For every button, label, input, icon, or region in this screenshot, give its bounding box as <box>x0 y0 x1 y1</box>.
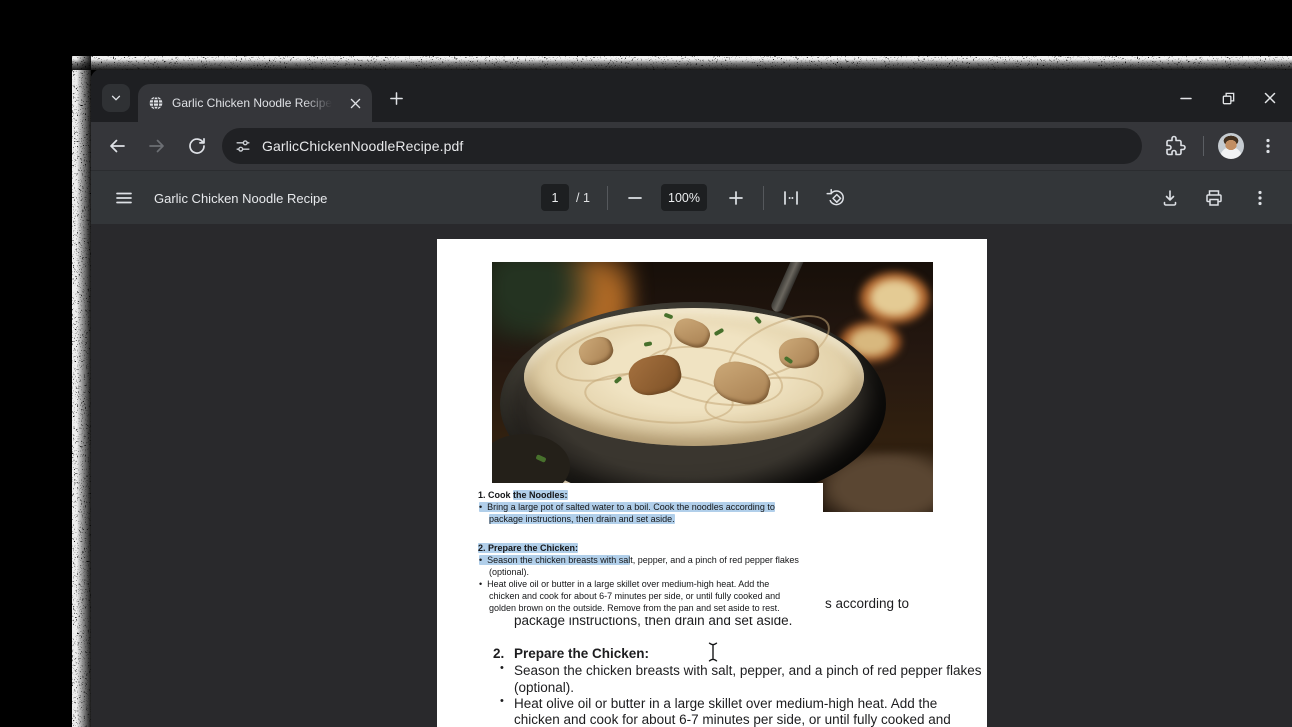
doc-heading-number: 2. <box>493 646 504 661</box>
pdf-viewport[interactable]: s according to package instructions, the… <box>90 224 1292 727</box>
drag-selection-preview: 1. Cook the Noodles: • Bring a large pot… <box>473 483 823 617</box>
preview-line: 1. Cook the Noodles: <box>478 490 568 501</box>
text-cursor-icon <box>706 641 720 663</box>
forward-arrow-icon <box>147 136 167 156</box>
window-restore-button[interactable] <box>1220 90 1236 106</box>
tab-title: Garlic Chicken Noodle Recipe <box>172 96 332 110</box>
rotate-button[interactable] <box>824 186 848 210</box>
noise-fade <box>72 56 91 727</box>
preview-line: chicken and cook for about 6-7 minutes p… <box>489 591 780 602</box>
url-text: GarlicChickenNoodleRecipe.pdf <box>262 138 463 154</box>
preview-line: • Heat olive oil or butter in a large sk… <box>479 579 769 590</box>
close-icon <box>350 98 361 109</box>
puzzle-icon <box>1163 134 1187 158</box>
new-tab-button[interactable] <box>382 84 410 112</box>
zoom-in-button[interactable] <box>724 186 748 210</box>
pdf-toolbar-separator <box>763 186 764 210</box>
fit-width-icon <box>781 188 801 208</box>
pdf-toolbar-separator <box>607 186 608 210</box>
doc-line: chicken and cook for about 6-7 minutes p… <box>514 712 951 727</box>
minus-icon <box>626 189 644 207</box>
preview-line: package instructions, then drain and set… <box>489 514 675 525</box>
preview-line: 2. Prepare the Chicken: <box>478 543 578 554</box>
pdf-menu-button[interactable] <box>112 186 136 210</box>
browser-menu-button[interactable] <box>1258 136 1278 156</box>
print-button[interactable] <box>1202 186 1226 210</box>
toolbar-separator <box>1203 136 1204 156</box>
rotate-ccw-icon <box>825 187 847 209</box>
tab-strip: Garlic Chicken Noodle Recipe <box>90 68 1292 122</box>
close-icon <box>1263 91 1277 105</box>
bullet-glyph: • <box>500 662 504 674</box>
browser-toolbar: GarlicChickenNoodleRecipe.pdf <box>90 122 1292 170</box>
minimize-icon <box>1179 91 1193 105</box>
pdf-toolbar: Garlic Chicken Noodle Recipe 1 / 1 100% <box>90 170 1292 224</box>
preview-line: (optional). <box>489 567 529 578</box>
reload-button[interactable] <box>187 136 207 156</box>
fit-to-width-button[interactable] <box>779 186 803 210</box>
browser-window: Garlic Chicken Noodle Recipe <box>90 68 1292 727</box>
toolbar-right-cluster <box>1163 122 1292 170</box>
page-count-label: / 1 <box>576 191 590 205</box>
zoom-level-input[interactable]: 100% <box>661 184 707 211</box>
profile-button[interactable] <box>1218 133 1244 159</box>
page-number-input[interactable]: 1 <box>541 184 569 211</box>
bullet-glyph: • <box>500 695 504 707</box>
zoom-out-button[interactable] <box>623 186 647 210</box>
doc-line-fragment: s according to <box>825 596 909 611</box>
window-controls <box>1178 84 1278 112</box>
restore-icon <box>1221 91 1236 106</box>
plus-icon <box>727 189 745 207</box>
window-close-button[interactable] <box>1262 90 1278 106</box>
doc-line: Season the chicken breasts with salt, pe… <box>514 663 982 678</box>
preview-line: • Season the chicken breasts with salt, … <box>479 555 799 566</box>
pdf-more-button[interactable] <box>1248 186 1272 210</box>
forward-button[interactable] <box>147 136 167 156</box>
preview-line: golden brown on the outside. Remove from… <box>489 603 780 614</box>
download-button[interactable] <box>1158 186 1182 210</box>
address-bar[interactable]: GarlicChickenNoodleRecipe.pdf <box>222 128 1142 164</box>
screenshot-stage: Garlic Chicken Noodle Recipe <box>0 0 1292 727</box>
doc-line: Heat olive oil or butter in a large skil… <box>514 696 937 711</box>
reload-icon <box>187 136 207 156</box>
pdf-page: s according to package instructions, the… <box>437 239 987 727</box>
doc-line: (optional). <box>514 680 574 695</box>
noise-fade <box>72 56 1292 70</box>
hamburger-icon <box>115 189 133 207</box>
back-button[interactable] <box>107 136 127 156</box>
window-minimize-button[interactable] <box>1178 90 1194 106</box>
avatar <box>1218 133 1244 159</box>
browser-tab[interactable]: Garlic Chicken Noodle Recipe <box>138 84 372 122</box>
doc-heading: Prepare the Chicken: <box>514 646 649 661</box>
tab-search-button[interactable] <box>102 84 130 112</box>
plus-icon <box>389 91 404 106</box>
print-icon <box>1204 188 1224 208</box>
extensions-button[interactable] <box>1163 134 1187 158</box>
chevron-down-icon <box>109 91 123 105</box>
preview-line: • Bring a large pot of salted water to a… <box>479 502 775 513</box>
globe-favicon-icon <box>148 95 164 111</box>
pdf-document-title: Garlic Chicken Noodle Recipe <box>154 191 327 206</box>
kebab-menu-icon <box>1258 136 1278 156</box>
tab-close-button[interactable] <box>346 94 364 112</box>
site-settings-icon <box>234 137 252 155</box>
download-icon <box>1160 188 1180 208</box>
back-arrow-icon <box>107 136 127 156</box>
kebab-menu-icon <box>1250 188 1270 208</box>
